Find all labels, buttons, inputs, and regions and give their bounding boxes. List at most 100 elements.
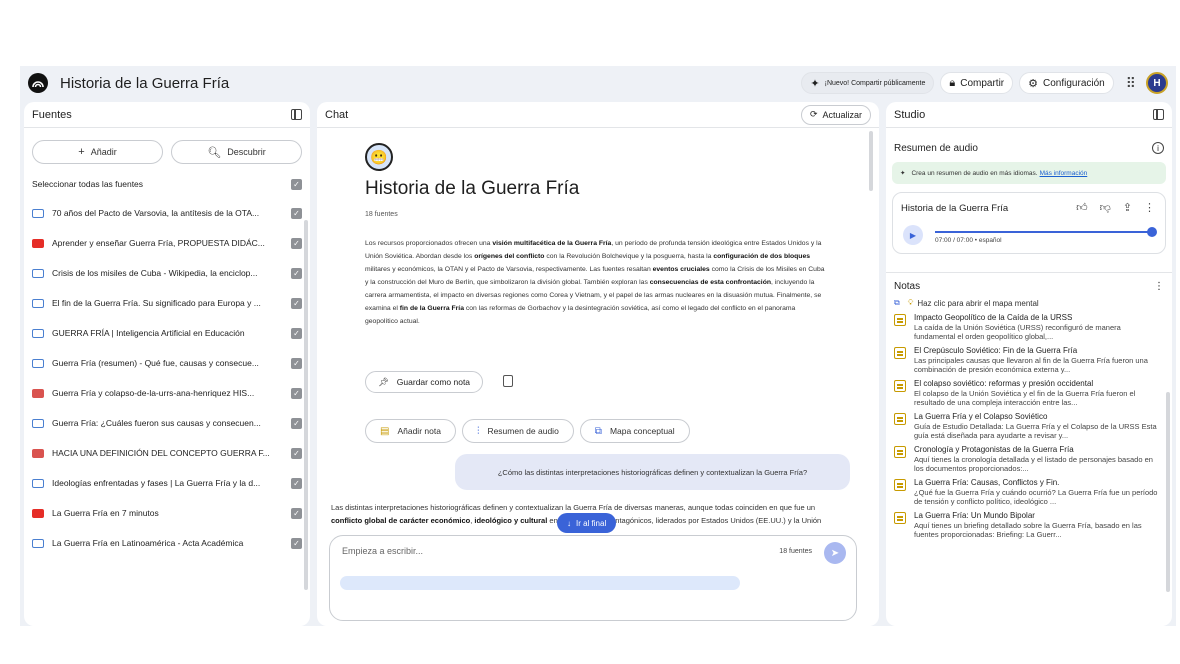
- source-checkbox[interactable]: ✓: [291, 387, 302, 399]
- document-icon: [32, 418, 44, 428]
- thumbs-up-icon[interactable]: 👍︎: [1076, 201, 1088, 214]
- collapse-panel-icon[interactable]: [1153, 109, 1164, 120]
- select-all-checkbox[interactable]: ✓: [291, 178, 302, 190]
- chat-input[interactable]: Empieza a escribir...: [342, 546, 423, 556]
- source-checkbox[interactable]: ✓: [291, 417, 302, 429]
- source-checkbox[interactable]: ✓: [291, 297, 302, 309]
- document-icon: [32, 268, 44, 278]
- apps-grid-icon[interactable]: ⠿: [1126, 75, 1136, 92]
- sparkle-icon: ✦: [810, 77, 820, 90]
- select-all-row[interactable]: Seleccionar todas las fuentes ✓: [24, 170, 310, 198]
- note-icon: ▤: [380, 425, 390, 437]
- send-button[interactable]: ➤: [824, 542, 846, 564]
- notebook-title[interactable]: Historia de la Guerra Fría: [60, 75, 229, 92]
- source-label: Crisis de los misiles de Cuba - Wikipedi…: [52, 268, 258, 278]
- audio-progress-bar[interactable]: [935, 231, 1153, 233]
- thumbs-down-icon[interactable]: 👎︎: [1100, 201, 1111, 214]
- jump-to-end-button[interactable]: ↓ Ir al final: [557, 513, 617, 533]
- source-checkbox[interactable]: ✓: [291, 207, 302, 219]
- note-text: Cronología y Protagonistas de la Guerra …: [914, 445, 1164, 473]
- note-title: El colapso soviético: reformas y presión…: [914, 379, 1094, 388]
- refresh-button[interactable]: ⟳ Actualizar: [800, 104, 871, 125]
- collapse-panel-icon[interactable]: [291, 109, 302, 120]
- source-item[interactable]: La Guerra Fría en Latinoamérica - Acta A…: [24, 528, 310, 558]
- settings-button[interactable]: ⚙ Configuración: [1019, 72, 1114, 94]
- public-share-button[interactable]: ✦ ¡Nuevo! Compartir públicamente: [801, 72, 935, 94]
- copy-icon[interactable]: [503, 375, 513, 387]
- source-item[interactable]: Guerra Fría y colapso-de-la-urrs-ana-hen…: [24, 378, 310, 408]
- source-checkbox[interactable]: ✓: [291, 237, 302, 249]
- note-item[interactable]: El colapso soviético: reformas y presión…: [886, 374, 1172, 407]
- source-checkbox[interactable]: ✓: [291, 327, 302, 339]
- suggestion-chip[interactable]: [340, 576, 740, 590]
- source-label: Guerra Fría y colapso-de-la-urrs-ana-hen…: [52, 388, 255, 398]
- note-item[interactable]: La Guerra Fría: Un Mundo Bipolar Aquí tie…: [886, 506, 1172, 539]
- audio-summary-button[interactable]: ⫶ Resumen de audio: [461, 419, 574, 443]
- share-icon[interactable]: ⇪: [1123, 201, 1132, 214]
- source-label: GUERRA FRÍA | Inteligencia Artificial en…: [52, 328, 245, 338]
- note-item[interactable]: Cronología y Protagonistas de la Guerra …: [886, 440, 1172, 473]
- source-checkbox[interactable]: ✓: [291, 477, 302, 489]
- more-vert-icon[interactable]: ⋮: [1144, 201, 1155, 214]
- source-item[interactable]: Ideologías enfrentadas y fases | La Guer…: [24, 468, 310, 498]
- lock-icon: 🔒︎: [949, 76, 956, 89]
- add-source-button[interactable]: + Añadir: [32, 140, 163, 164]
- source-checkbox[interactable]: ✓: [291, 267, 302, 279]
- source-item[interactable]: Guerra Fría (resumen) - Qué fue, causas …: [24, 348, 310, 378]
- chat-composer[interactable]: Empieza a escribir... 18 fuentes ➤: [329, 535, 857, 621]
- source-item[interactable]: 70 años del Pacto de Varsovia, la antíte…: [24, 198, 310, 228]
- info-icon[interactable]: i: [1152, 142, 1164, 154]
- source-list: 70 años del Pacto de Varsovia, la antíte…: [24, 198, 310, 558]
- document-icon: [32, 208, 44, 218]
- user-question-bubble: ¿Cómo las distintas interpretaciones his…: [455, 454, 850, 490]
- note-text: El colapso soviético: reformas y presión…: [914, 379, 1164, 407]
- source-checkbox[interactable]: ✓: [291, 447, 302, 459]
- source-item[interactable]: Crisis de los misiles de Cuba - Wikipedi…: [24, 258, 310, 288]
- share-button[interactable]: 🔒︎ Compartir: [940, 72, 1014, 94]
- highlight-text: configuración de dos bloques: [713, 253, 811, 260]
- note-item[interactable]: La Guerra Fría y el Colapso Soviético Guí…: [886, 407, 1172, 440]
- mind-map-note[interactable]: ⧉ 💡︎ Haz clic para abrir el mapa mental: [886, 292, 1172, 308]
- avatar[interactable]: H: [1146, 72, 1168, 94]
- note-title: Impacto Geopolítico de la Caída de la UR…: [914, 313, 1073, 322]
- source-checkbox[interactable]: ✓: [291, 507, 302, 519]
- source-item[interactable]: HACIA UNA DEFINICIÓN DEL CONCEPTO GUERRA…: [24, 438, 310, 468]
- learn-more-link[interactable]: Más información: [1040, 170, 1088, 177]
- settings-label: Configuración: [1043, 77, 1105, 89]
- more-vert-icon[interactable]: ⋮: [1154, 281, 1164, 292]
- note-item[interactable]: Impacto Geopolítico de la Caída de la UR…: [886, 308, 1172, 341]
- audio-progress-handle[interactable]: [1147, 227, 1157, 237]
- add-note-button[interactable]: ▤ Añadir nota: [365, 419, 456, 443]
- top-bar: Historia de la Guerra Fría ✦ ¡Nuevo! Comp…: [20, 66, 1176, 100]
- discover-sources-button[interactable]: 🔍︎ Descubrir: [171, 140, 302, 164]
- pdf-icon: [32, 448, 44, 458]
- document-icon: [32, 328, 44, 338]
- body-text: con la Revolución Bolchevique y la posgu…: [544, 253, 714, 260]
- mind-map-button[interactable]: ⧉ Mapa conceptual: [579, 419, 690, 443]
- public-share-label: ¡Nuevo! Compartir públicamente: [824, 79, 926, 87]
- source-checkbox[interactable]: ✓: [291, 537, 302, 549]
- notes-header: Notas ⋮: [886, 273, 1172, 292]
- source-item[interactable]: GUERRA FRÍA | Inteligencia Artificial en…: [24, 318, 310, 348]
- mind-map-hint: Haz clic para abrir el mapa mental: [917, 298, 1039, 308]
- source-item[interactable]: La Guerra Fría en 7 minutos ✓: [24, 498, 310, 528]
- source-item[interactable]: Guerra Fría: ¿Cuáles fueron sus causas y…: [24, 408, 310, 438]
- source-item[interactable]: Aprender y enseñar Guerra Fría, PROPUEST…: [24, 228, 310, 258]
- note-item[interactable]: El Crepúsculo Soviético: Fin de la Guerr…: [886, 341, 1172, 374]
- bulb-icon: 💡︎: [907, 298, 914, 307]
- notebooklm-logo-icon[interactable]: [28, 73, 48, 93]
- play-button[interactable]: ▶: [903, 225, 923, 245]
- chat-scrollbar[interactable]: [869, 131, 873, 191]
- sources-scrollbar[interactable]: [304, 220, 308, 590]
- save-as-note-button[interactable]: 📌︎ Guardar como nota: [365, 371, 484, 393]
- body-text: Los recursos proporcionados ofrecen una: [365, 240, 493, 247]
- source-item[interactable]: El fin de la Guerra Fría. Su significado…: [24, 288, 310, 318]
- refresh-icon: ⟳: [809, 109, 818, 119]
- source-label: El fin de la Guerra Fría. Su significado…: [52, 298, 261, 308]
- sources-panel: Fuentes + Añadir 🔍︎ Descubrir Seleccionar …: [24, 102, 310, 626]
- notes-scrollbar[interactable]: [1166, 392, 1170, 592]
- sources-actions: + Añadir 🔍︎ Descubrir: [24, 128, 310, 170]
- note-item[interactable]: La Guerra Fría: Causas, Conflictos y Fin…: [886, 473, 1172, 506]
- source-checkbox[interactable]: ✓: [291, 357, 302, 369]
- chat-title: Chat: [325, 108, 349, 121]
